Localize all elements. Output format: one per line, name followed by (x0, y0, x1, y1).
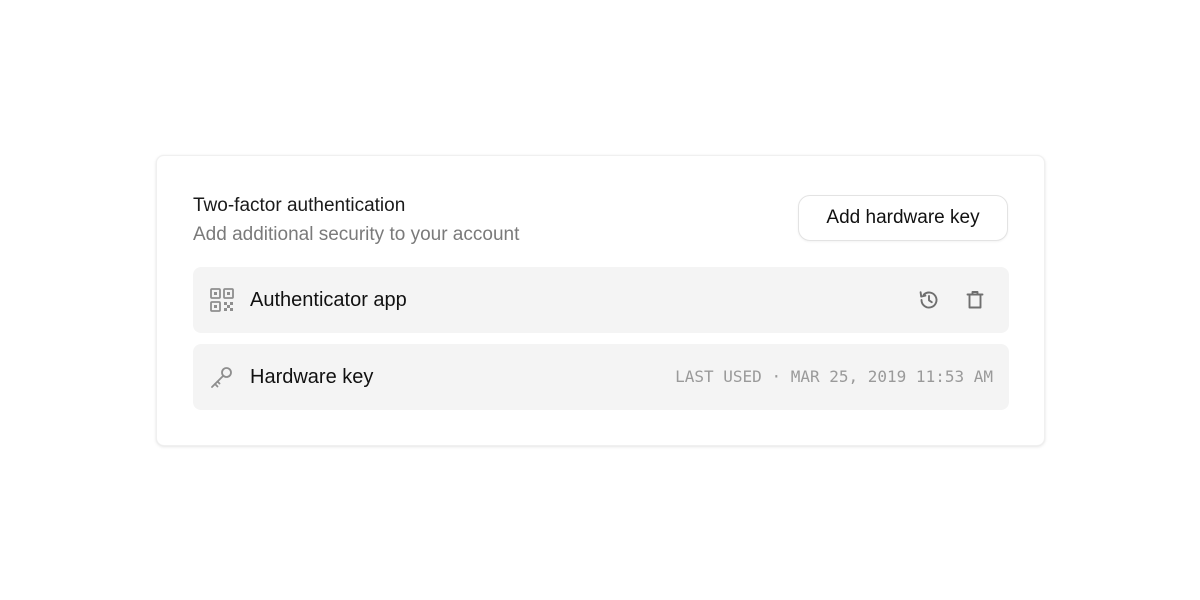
history-icon[interactable] (917, 288, 941, 312)
section-title: Two-factor authentication (193, 195, 406, 216)
last-used-timestamp: LAST USED · MAR 25, 2019 11:53 AM (675, 367, 993, 386)
two-factor-card: Two-factor authentication Add additional… (156, 155, 1045, 446)
add-hardware-key-button[interactable]: Add hardware key (798, 195, 1008, 241)
method-row-authenticator-app: Authenticator app (193, 267, 1009, 333)
key-icon (209, 364, 235, 390)
method-label-hardware-key: Hardware key (250, 366, 374, 388)
section-subtitle: Add additional security to your account (193, 224, 520, 245)
trash-icon[interactable] (963, 288, 987, 312)
card-header: Two-factor authentication Add additional… (193, 192, 1008, 248)
method-row-hardware-key: Hardware key LAST USED · MAR 25, 2019 11… (193, 344, 1009, 410)
qr-code-icon (209, 287, 235, 313)
method-label-authenticator-app: Authenticator app (250, 289, 407, 311)
